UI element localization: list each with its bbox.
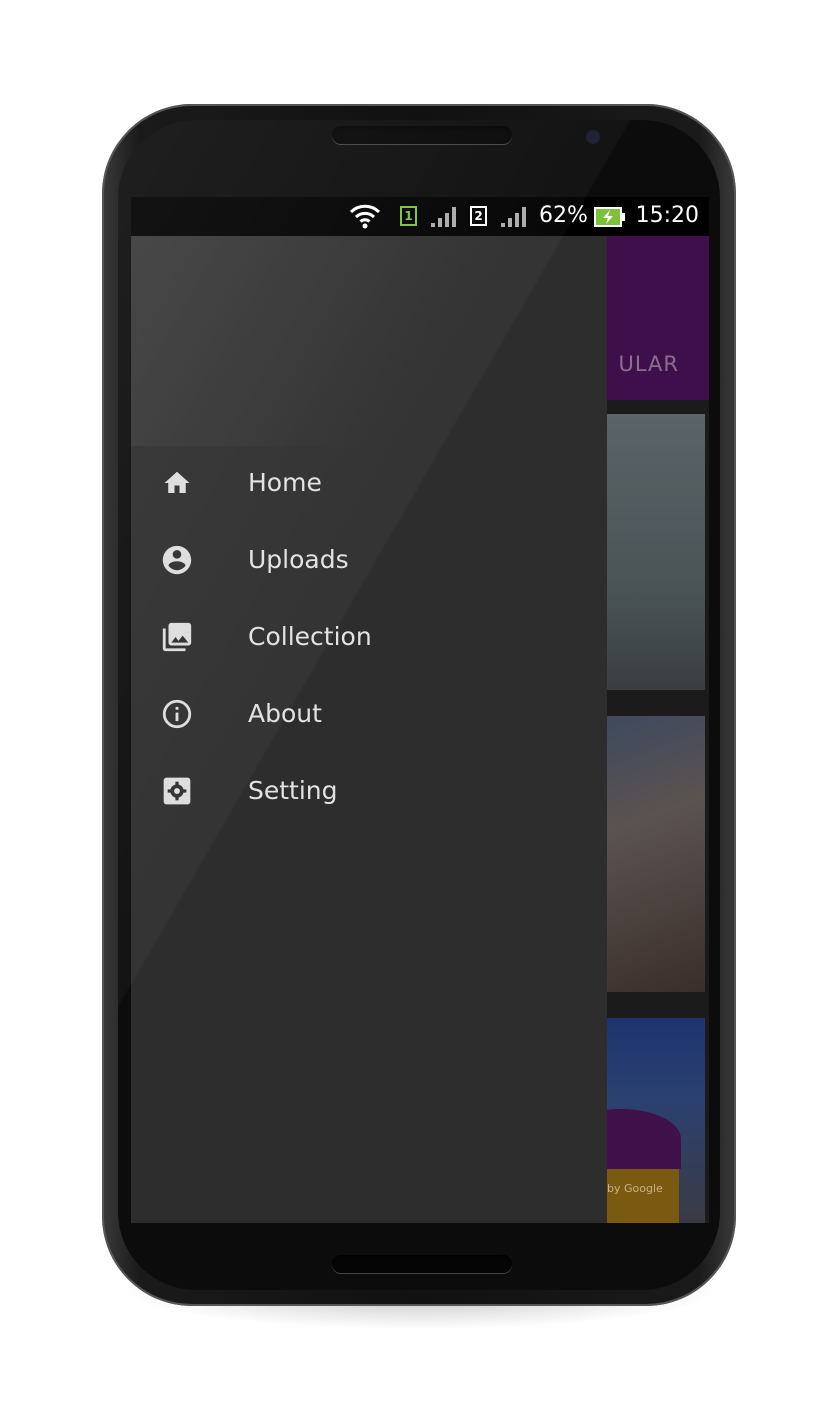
drawer-item-collection[interactable]: Collection	[131, 598, 607, 675]
drawer-item-home[interactable]: Home	[131, 444, 607, 521]
sim-1-icon: 1	[400, 206, 417, 226]
drawer-item-label: Collection	[248, 622, 372, 651]
bottom-speaker	[332, 1255, 512, 1273]
settings-icon	[160, 774, 194, 808]
signal-strength-icon	[501, 207, 527, 227]
front-camera	[587, 131, 599, 143]
account-circle-icon	[160, 543, 194, 577]
photo-library-icon	[160, 620, 194, 654]
navigation-drawer: Home Uploads Collection About Setting	[131, 236, 607, 1223]
drawer-header	[131, 236, 607, 446]
info-icon	[160, 697, 194, 731]
top-speaker	[332, 126, 512, 144]
wifi-icon	[349, 204, 381, 229]
drawer-item-label: Setting	[248, 776, 338, 805]
tab-popular[interactable]: ULAR	[618, 352, 679, 376]
drawer-item-setting[interactable]: Setting	[131, 752, 607, 829]
drawer-item-label: Uploads	[248, 545, 349, 574]
drawer-item-about[interactable]: About	[131, 675, 607, 752]
clock: 15:20	[635, 203, 699, 228]
signal-strength-icon	[431, 207, 457, 227]
screen: 1 2 62% 15:20 ULAR by Google Home Upload…	[131, 197, 709, 1223]
status-bar: 1 2 62% 15:20	[131, 197, 709, 236]
drawer-menu: Home Uploads Collection About Setting	[131, 444, 607, 829]
sim-2-icon: 2	[470, 206, 487, 226]
drawer-item-label: About	[248, 699, 322, 728]
home-icon	[160, 466, 194, 500]
battery-percent: 62%	[539, 203, 588, 228]
drawer-item-label: Home	[248, 468, 322, 497]
drawer-item-uploads[interactable]: Uploads	[131, 521, 607, 598]
battery-charging-icon	[594, 207, 625, 227]
ad-watermark: by Google	[607, 1182, 663, 1195]
